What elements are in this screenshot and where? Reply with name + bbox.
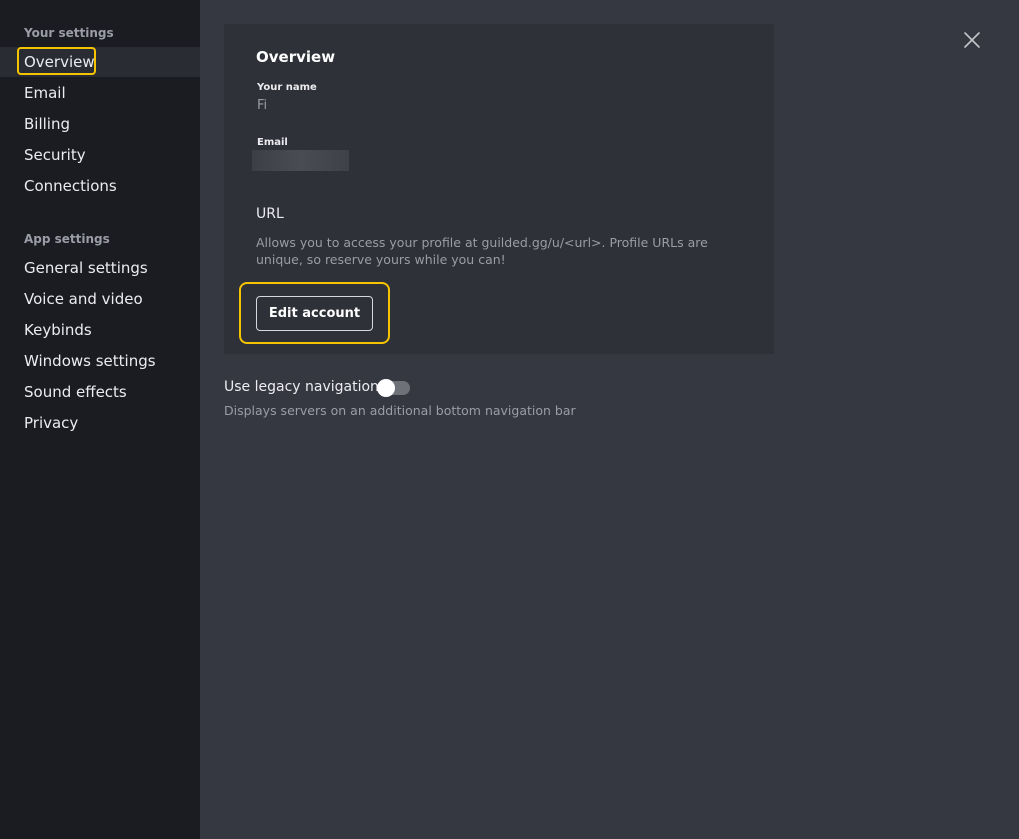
- sidebar-item-label: Billing: [24, 115, 70, 133]
- legacy-navigation-toggle[interactable]: [377, 379, 410, 397]
- sidebar-item-privacy[interactable]: Privacy: [0, 408, 200, 438]
- sidebar-item-sound-effects[interactable]: Sound effects: [0, 377, 200, 407]
- email-value-redacted: [252, 150, 349, 171]
- sidebar-item-label: Privacy: [24, 414, 79, 432]
- your-name-label: Your name: [257, 82, 317, 93]
- legacy-navigation-label: Use legacy navigation: [224, 379, 379, 395]
- sidebar-item-overview[interactable]: Overview: [0, 47, 200, 77]
- sidebar-item-general-settings[interactable]: General settings: [0, 253, 200, 283]
- settings-sidebar: Your settings Overview Email Billing Sec…: [0, 0, 200, 839]
- close-button[interactable]: [960, 28, 984, 52]
- sidebar-item-keybinds[interactable]: Keybinds: [0, 315, 200, 345]
- legacy-navigation-description: Displays servers on an additional bottom…: [224, 403, 576, 418]
- sidebar-item-label: Email: [24, 84, 66, 102]
- sidebar-item-connections[interactable]: Connections: [0, 171, 200, 201]
- email-label: Email: [257, 137, 288, 148]
- close-icon: [964, 32, 980, 48]
- sidebar-item-label: Overview: [24, 53, 95, 71]
- sidebar-item-label: Connections: [24, 177, 117, 195]
- sidebar-item-label: Sound effects: [24, 383, 127, 401]
- toggle-knob: [377, 379, 395, 397]
- sidebar-item-label: Security: [24, 146, 86, 164]
- sidebar-item-label: Windows settings: [24, 352, 156, 370]
- sidebar-item-security[interactable]: Security: [0, 140, 200, 170]
- sidebar-item-label: General settings: [24, 259, 148, 277]
- sidebar-item-windows-settings[interactable]: Windows settings: [0, 346, 200, 376]
- url-title: URL: [256, 206, 284, 222]
- edit-account-button[interactable]: Edit account: [256, 296, 373, 331]
- sidebar-item-label: Voice and video: [24, 290, 143, 308]
- app-settings-heading: App settings: [24, 232, 110, 246]
- overview-title: Overview: [256, 48, 336, 66]
- url-description: Allows you to access your profile at gui…: [256, 235, 708, 267]
- overview-card: Overview Your name Fi Email URL Allows y…: [224, 24, 774, 354]
- your-settings-heading: Your settings: [24, 26, 114, 40]
- sidebar-item-label: Keybinds: [24, 321, 92, 339]
- sidebar-item-billing[interactable]: Billing: [0, 109, 200, 139]
- sidebar-item-voice-and-video[interactable]: Voice and video: [0, 284, 200, 314]
- sidebar-item-email[interactable]: Email: [0, 78, 200, 108]
- your-name-value: Fi: [257, 98, 268, 113]
